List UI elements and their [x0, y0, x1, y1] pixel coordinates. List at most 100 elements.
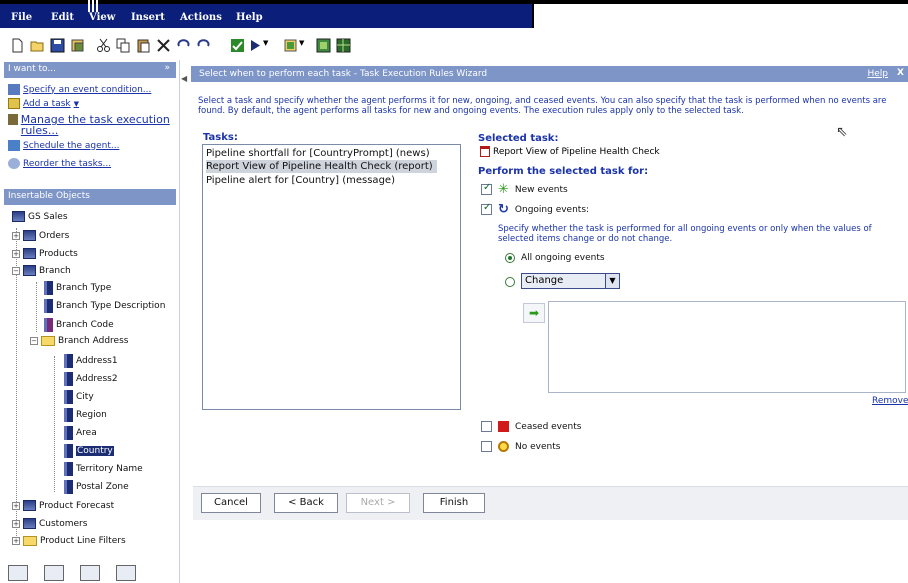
- perform-label: Perform the selected task for:: [478, 166, 649, 177]
- specify-event-condition-link[interactable]: Specify an event condition...: [8, 84, 151, 95]
- data-items-tab-icon[interactable]: [80, 565, 100, 581]
- tree-node-branch-type[interactable]: Branch Type: [44, 281, 111, 295]
- tree-node-branch-address[interactable]: − Branch Address: [30, 336, 128, 346]
- collapse-icon[interactable]: »: [164, 63, 170, 73]
- help-link[interactable]: Help: [867, 69, 888, 79]
- ongoing-events-checkbox[interactable]: [481, 202, 492, 215]
- tree-node-orders[interactable]: + Orders: [12, 230, 69, 241]
- no-events-checkbox[interactable]: [481, 441, 492, 452]
- insert-arrow-button[interactable]: ➡: [523, 303, 545, 323]
- ceased-events-checkbox[interactable]: [481, 421, 492, 432]
- mouse-cursor-icon: ⇖: [836, 124, 848, 140]
- properties-icon[interactable]: [70, 38, 85, 53]
- manage-task-execution-rules-link[interactable]: Manage the task execution rules...: [8, 114, 176, 136]
- cancel-button[interactable]: Cancel: [201, 493, 261, 513]
- expand-icon[interactable]: +: [12, 537, 20, 545]
- insert-dropdown-icon[interactable]: ▼: [299, 39, 314, 54]
- tree-node-city[interactable]: City: [64, 390, 94, 404]
- all-ongoing-radio[interactable]: [505, 253, 515, 263]
- i-want-to-title: I want to...: [8, 64, 56, 74]
- table-icon: [23, 500, 36, 511]
- wizard-title: Select when to perform each task - Task …: [199, 69, 488, 79]
- back-button[interactable]: < Back: [274, 493, 338, 513]
- tree-node-customers[interactable]: + Customers: [12, 518, 87, 529]
- tree-node-country[interactable]: Country: [64, 444, 114, 458]
- toolbox-tab-icon[interactable]: [44, 565, 64, 581]
- menu-file[interactable]: File: [11, 12, 32, 23]
- finish-button[interactable]: Finish: [423, 493, 485, 513]
- tree-node-products[interactable]: + Products: [12, 248, 78, 259]
- schedule-agent-link[interactable]: Schedule the agent...: [8, 140, 119, 151]
- tree-node-product-line-filters[interactable]: + Product Line Filters: [12, 536, 126, 546]
- run-icon[interactable]: [248, 38, 263, 53]
- window-separator: [96, 0, 98, 12]
- paste-icon[interactable]: [136, 38, 151, 53]
- new-icon[interactable]: [10, 38, 25, 53]
- menu-insert[interactable]: Insert: [131, 12, 165, 23]
- menu-actions[interactable]: Actions: [180, 12, 222, 23]
- run-dropdown-icon[interactable]: ▼: [263, 39, 278, 54]
- chevron-down-icon[interactable]: ▼: [605, 274, 619, 288]
- close-icon[interactable]: X: [897, 68, 904, 78]
- cut-icon[interactable]: [96, 38, 111, 53]
- change-option[interactable]: [505, 277, 515, 287]
- copy-icon[interactable]: [116, 38, 131, 53]
- new-events-checkbox[interactable]: [481, 182, 492, 195]
- link-label: Reorder the tasks...: [23, 158, 112, 169]
- delete-icon[interactable]: [156, 38, 171, 53]
- pane-splitter[interactable]: ◀: [180, 60, 190, 583]
- i-want-to-header[interactable]: I want to... »: [4, 62, 176, 78]
- source-tab-icon[interactable]: [8, 565, 28, 581]
- collapse-pane-icon[interactable]: ◀: [181, 74, 187, 83]
- reorder-icon: [8, 158, 20, 169]
- reorder-tasks-link[interactable]: Reorder the tasks...: [8, 158, 111, 169]
- tree-node-root[interactable]: GS Sales: [12, 211, 68, 222]
- node-label: Branch: [39, 265, 71, 276]
- collapse-node-icon[interactable]: −: [30, 337, 38, 345]
- save-icon[interactable]: [50, 38, 65, 53]
- redo-icon[interactable]: [196, 38, 211, 53]
- next-button[interactable]: Next >: [346, 493, 410, 513]
- rules-icon: [8, 114, 18, 125]
- functions-tab-icon[interactable]: [116, 565, 136, 581]
- validate-icon[interactable]: [230, 38, 245, 53]
- collapse-node-icon[interactable]: −: [12, 266, 20, 275]
- expand-icon[interactable]: +: [12, 249, 20, 258]
- link-label: Specify an event condition...: [23, 84, 152, 95]
- expand-icon[interactable]: +: [12, 231, 20, 240]
- node-label: Branch Code: [56, 320, 114, 330]
- tree-node-postal-zone[interactable]: Postal Zone: [64, 480, 129, 494]
- ongoing-events-label: Ongoing events:: [514, 204, 590, 215]
- tree-node-region[interactable]: Region: [64, 408, 107, 422]
- open-icon[interactable]: [30, 38, 45, 53]
- expand-icon[interactable]: +: [12, 501, 20, 510]
- expand-icon[interactable]: +: [12, 519, 20, 528]
- data-icon[interactable]: [316, 38, 331, 53]
- add-task-dropdown-icon[interactable]: ▼: [74, 100, 79, 108]
- task-item[interactable]: Pipeline shortfall for [CountryPrompt] (…: [206, 147, 434, 160]
- add-task-link[interactable]: Add a task ▼: [8, 98, 79, 109]
- insertable-objects-header: Insertable Objects: [4, 189, 176, 205]
- remove-link[interactable]: Remove: [872, 396, 908, 406]
- tree-node-address2[interactable]: Address2: [64, 372, 118, 386]
- insert-icon[interactable]: [284, 38, 299, 53]
- tree-node-territory-name[interactable]: Territory Name: [64, 462, 143, 476]
- menu-help[interactable]: Help: [236, 12, 263, 23]
- menu-view[interactable]: View: [89, 12, 115, 23]
- tree-node-branch[interactable]: − Branch: [12, 265, 71, 276]
- task-item[interactable]: Pipeline alert for [Country] (message): [206, 174, 399, 187]
- tree-node-branch-type-description[interactable]: Branch Type Description: [44, 299, 165, 313]
- all-ongoing-option[interactable]: All ongoing events: [505, 253, 605, 263]
- undo-icon[interactable]: [176, 38, 191, 53]
- task-item-selected[interactable]: Report View of Pipeline Health Check (re…: [206, 160, 437, 173]
- tree-node-product-forecast[interactable]: + Product Forecast: [12, 500, 114, 511]
- tree-node-area[interactable]: Area: [64, 426, 97, 440]
- tree-node-branch-code[interactable]: Branch Code: [44, 318, 114, 332]
- grid-icon[interactable]: [336, 38, 351, 53]
- condition-items-box[interactable]: [548, 301, 906, 393]
- menu-edit[interactable]: Edit: [51, 12, 74, 23]
- change-radio[interactable]: [505, 277, 515, 287]
- tasks-listbox[interactable]: Pipeline shortfall for [CountryPrompt] (…: [202, 144, 461, 410]
- tree-node-address1[interactable]: Address1: [64, 354, 118, 368]
- change-select[interactable]: Change ▼: [521, 273, 620, 289]
